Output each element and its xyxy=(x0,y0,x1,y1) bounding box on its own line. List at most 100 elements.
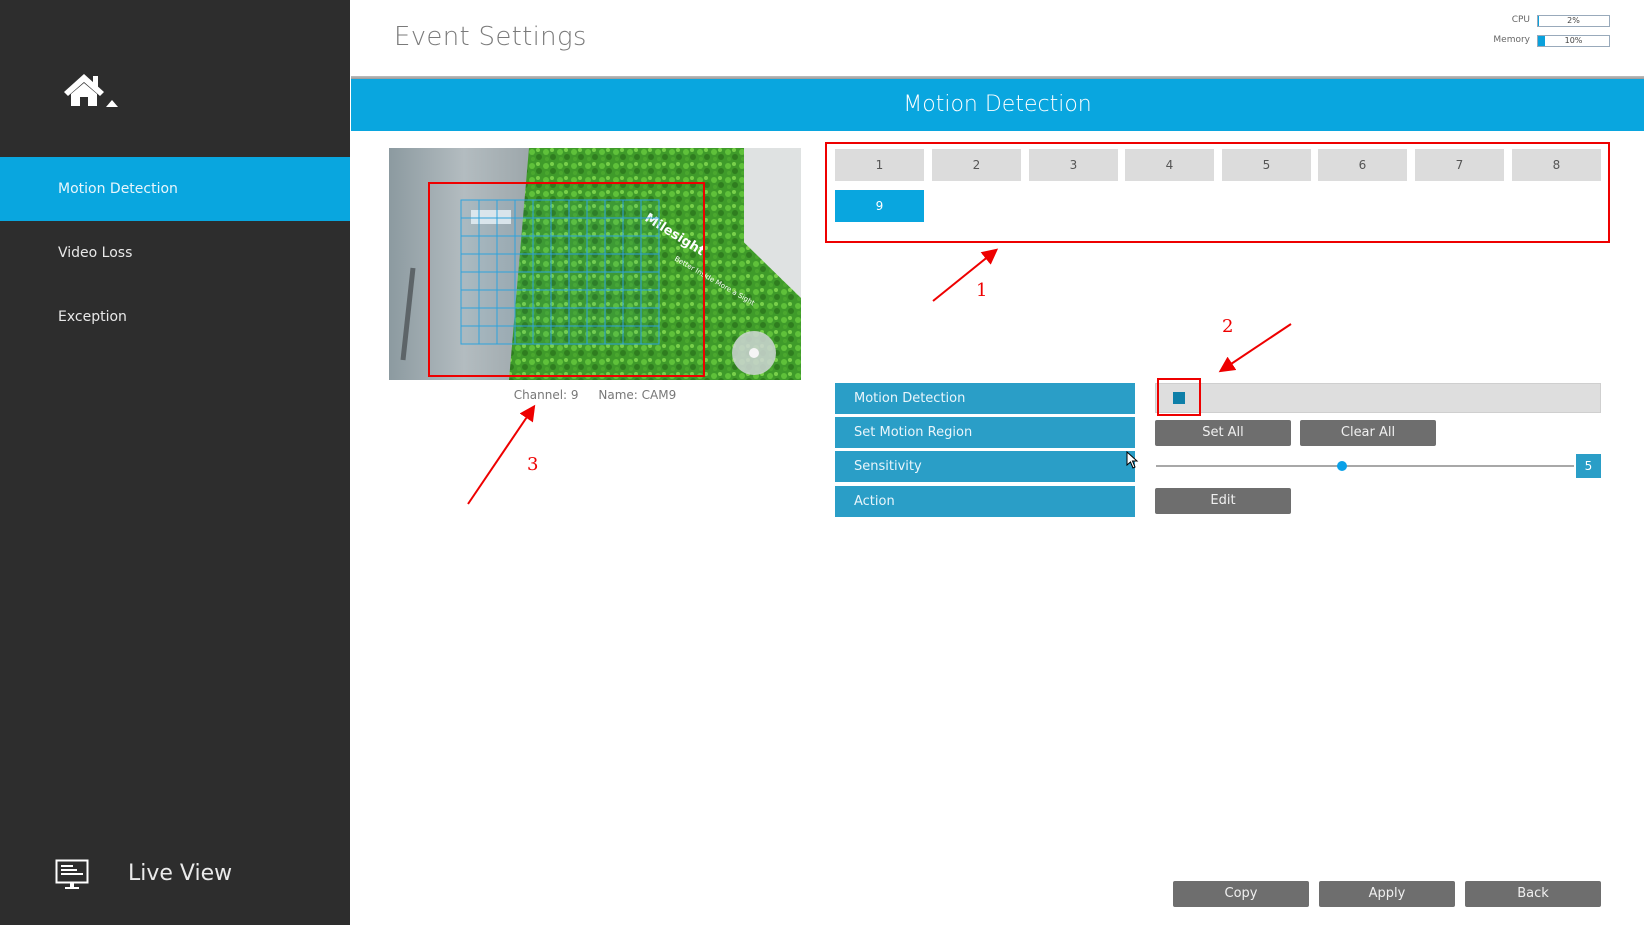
motion-grid-cell[interactable] xyxy=(514,325,534,345)
sensitivity-slider[interactable] xyxy=(1156,461,1574,471)
motion-grid-cell[interactable] xyxy=(586,235,606,255)
motion-grid-cell[interactable] xyxy=(586,325,606,345)
motion-grid-cell[interactable] xyxy=(514,253,534,273)
channel-tab-2[interactable]: 2 xyxy=(932,149,1021,181)
motion-grid-cell[interactable] xyxy=(604,199,624,219)
motion-grid-cell[interactable] xyxy=(460,253,480,273)
motion-grid-cell[interactable] xyxy=(460,307,480,327)
motion-region-grid[interactable] xyxy=(460,199,660,345)
motion-grid-cell[interactable] xyxy=(496,217,516,237)
motion-grid-cell[interactable] xyxy=(550,199,570,219)
motion-grid-cell[interactable] xyxy=(460,271,480,291)
motion-grid-cell[interactable] xyxy=(532,271,552,291)
motion-grid-cell[interactable] xyxy=(496,253,516,273)
motion-grid-cell[interactable] xyxy=(514,235,534,255)
motion-grid-cell[interactable] xyxy=(460,325,480,345)
sidebar-item-video-loss[interactable]: Video Loss xyxy=(0,221,350,285)
motion-grid-cell[interactable] xyxy=(550,271,570,291)
motion-grid-cell[interactable] xyxy=(514,217,534,237)
motion-grid-cell[interactable] xyxy=(496,289,516,309)
motion-grid-cell[interactable] xyxy=(514,199,534,219)
motion-grid-cell[interactable] xyxy=(496,199,516,219)
sensitivity-slider-handle[interactable] xyxy=(1336,461,1347,471)
channel-tab-7[interactable]: 7 xyxy=(1415,149,1504,181)
motion-grid-cell[interactable] xyxy=(622,253,642,273)
motion-grid-cell[interactable] xyxy=(622,271,642,291)
motion-grid-cell[interactable] xyxy=(550,217,570,237)
back-button[interactable]: Back xyxy=(1465,881,1601,907)
motion-grid-cell[interactable] xyxy=(568,271,588,291)
motion-grid-cell[interactable] xyxy=(622,199,642,219)
clear-all-button[interactable]: Clear All xyxy=(1300,420,1436,446)
motion-grid-cell[interactable] xyxy=(568,307,588,327)
motion-grid-cell[interactable] xyxy=(640,199,660,219)
motion-grid-cell[interactable] xyxy=(604,217,624,237)
motion-grid-cell[interactable] xyxy=(532,253,552,273)
motion-grid-cell[interactable] xyxy=(496,325,516,345)
channel-tab-5[interactable]: 5 xyxy=(1222,149,1311,181)
motion-grid-cell[interactable] xyxy=(640,235,660,255)
channel-tab-6[interactable]: 6 xyxy=(1318,149,1407,181)
motion-grid-cell[interactable] xyxy=(568,253,588,273)
motion-grid-cell[interactable] xyxy=(640,325,660,345)
motion-grid-cell[interactable] xyxy=(550,289,570,309)
motion-grid-cell[interactable] xyxy=(640,271,660,291)
motion-grid-cell[interactable] xyxy=(586,217,606,237)
sidebar-item-exception[interactable]: Exception xyxy=(0,285,350,349)
motion-grid-cell[interactable] xyxy=(604,271,624,291)
motion-grid-cell[interactable] xyxy=(460,289,480,309)
sidebar-item-motion-detection[interactable]: Motion Detection xyxy=(0,157,350,221)
motion-grid-cell[interactable] xyxy=(604,289,624,309)
motion-grid-cell[interactable] xyxy=(640,307,660,327)
motion-grid-cell[interactable] xyxy=(568,217,588,237)
motion-grid-cell[interactable] xyxy=(460,235,480,255)
channel-tab-4[interactable]: 4 xyxy=(1125,149,1214,181)
motion-grid-cell[interactable] xyxy=(640,289,660,309)
motion-grid-cell[interactable] xyxy=(460,199,480,219)
motion-grid-cell[interactable] xyxy=(478,307,498,327)
motion-grid-cell[interactable] xyxy=(532,325,552,345)
motion-grid-cell[interactable] xyxy=(586,253,606,273)
motion-grid-cell[interactable] xyxy=(532,235,552,255)
motion-grid-cell[interactable] xyxy=(604,325,624,345)
motion-grid-cell[interactable] xyxy=(460,217,480,237)
motion-grid-cell[interactable] xyxy=(586,307,606,327)
motion-grid-cell[interactable] xyxy=(586,199,606,219)
motion-grid-cell[interactable] xyxy=(532,199,552,219)
motion-grid-cell[interactable] xyxy=(532,289,552,309)
edit-action-button[interactable]: Edit xyxy=(1155,488,1291,514)
motion-grid-cell[interactable] xyxy=(478,217,498,237)
motion-grid-cell[interactable] xyxy=(478,235,498,255)
live-view-button[interactable]: Live View xyxy=(0,850,350,900)
channel-tab-3[interactable]: 3 xyxy=(1029,149,1118,181)
motion-grid-cell[interactable] xyxy=(478,253,498,273)
set-all-button[interactable]: Set All xyxy=(1155,420,1291,446)
motion-grid-cell[interactable] xyxy=(478,271,498,291)
motion-detection-toggle[interactable] xyxy=(1155,383,1601,413)
motion-grid-cell[interactable] xyxy=(496,307,516,327)
motion-grid-cell[interactable] xyxy=(568,289,588,309)
motion-grid-cell[interactable] xyxy=(568,199,588,219)
channel-tab-8[interactable]: 8 xyxy=(1512,149,1601,181)
motion-grid-cell[interactable] xyxy=(496,235,516,255)
motion-grid-cell[interactable] xyxy=(640,217,660,237)
copy-button[interactable]: Copy xyxy=(1173,881,1309,907)
motion-grid-cell[interactable] xyxy=(550,253,570,273)
motion-grid-cell[interactable] xyxy=(604,307,624,327)
motion-grid-cell[interactable] xyxy=(604,235,624,255)
motion-grid-cell[interactable] xyxy=(514,289,534,309)
motion-grid-cell[interactable] xyxy=(622,217,642,237)
motion-grid-cell[interactable] xyxy=(586,289,606,309)
motion-grid-cell[interactable] xyxy=(532,307,552,327)
motion-grid-cell[interactable] xyxy=(496,271,516,291)
motion-grid-cell[interactable] xyxy=(622,307,642,327)
motion-grid-cell[interactable] xyxy=(478,199,498,219)
motion-grid-cell[interactable] xyxy=(586,271,606,291)
motion-grid-cell[interactable] xyxy=(514,307,534,327)
camera-preview[interactable]: Milesight Better Inside More a Sight xyxy=(389,148,801,380)
motion-grid-cell[interactable] xyxy=(604,253,624,273)
motion-grid-cell[interactable] xyxy=(568,325,588,345)
motion-grid-cell[interactable] xyxy=(622,289,642,309)
motion-grid-cell[interactable] xyxy=(478,289,498,309)
motion-grid-cell[interactable] xyxy=(622,325,642,345)
